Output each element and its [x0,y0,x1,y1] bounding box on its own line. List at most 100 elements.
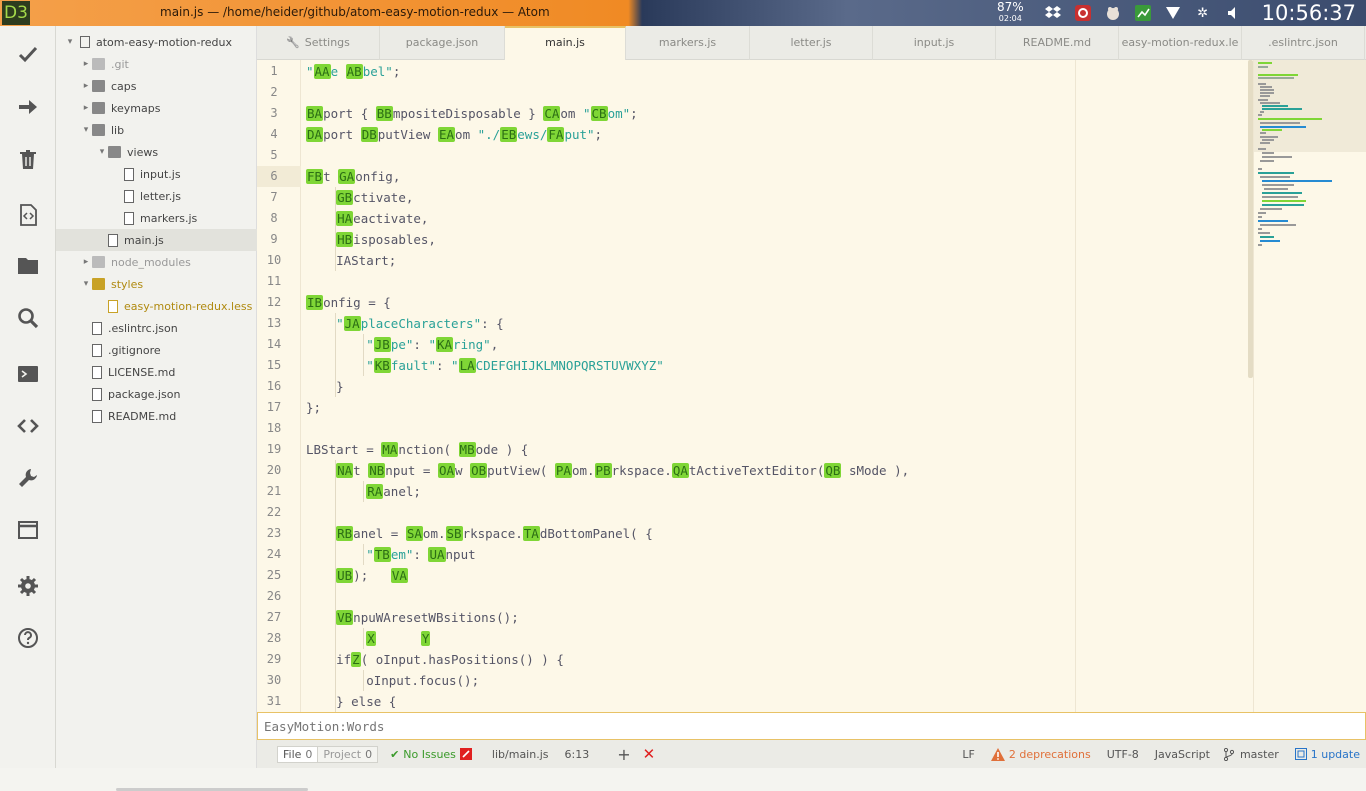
settings-icon[interactable]: ✲ [1194,4,1212,22]
volume-icon[interactable] [1224,4,1242,22]
tab-markers-js[interactable]: markers.js [626,26,750,60]
tree-item[interactable]: easy-motion-redux.less [56,295,257,317]
trash-icon[interactable] [14,145,42,173]
help-icon[interactable] [14,624,42,652]
battery-indicator[interactable]: 87% 02:04 [997,1,1024,24]
line-number: 10 [266,253,282,267]
minimap-line [1258,62,1272,64]
minimap-line [1260,92,1274,94]
arrow-right-icon[interactable] [14,93,42,121]
code-brackets-icon[interactable] [14,412,42,440]
workspace-indicator[interactable]: D3 [2,1,30,25]
jump-hint: HB [336,232,354,247]
tab-input-js[interactable]: input.js [873,26,996,60]
minimap-line [1262,184,1294,186]
search-icon[interactable] [14,304,42,332]
tree-item[interactable]: ▸ keymaps [56,97,257,119]
tree-item[interactable]: ▾ lib [56,119,257,141]
cursor-position[interactable]: 6:13 [565,748,590,761]
tree-item-label: markers.js [140,211,198,225]
tree-item[interactable]: main.js [56,229,257,251]
app-icon[interactable] [1104,4,1122,22]
tree-item[interactable]: ▸ .git [56,53,257,75]
tree-item[interactable]: markers.js [56,207,257,229]
tree-item[interactable]: .eslintrc.json [56,317,257,339]
minimap-line [1260,160,1274,162]
gear-icon[interactable] [14,572,42,600]
grammar[interactable]: JavaScript [1155,748,1210,761]
encoding[interactable]: UTF-8 [1107,748,1139,761]
deprecation-cop[interactable]: 2 deprecations [990,747,1091,761]
tab-label: markers.js [658,36,717,49]
project-issues-tab[interactable]: Project 0 [317,745,379,763]
tree-item[interactable]: ▾ views [56,141,257,163]
easymotion-input[interactable] [258,713,1365,739]
tree-item[interactable]: LICENSE.md [56,361,257,383]
tree-item-label: styles [111,277,144,291]
tree-item[interactable]: input.js [56,163,257,185]
line-number: 31 [266,694,282,708]
chevron-right-icon: ▸ [83,257,89,267]
line-number: 9 [270,232,278,246]
minimap-line [1258,228,1262,230]
git-branch[interactable]: master [1223,747,1279,761]
line-ending[interactable]: LF [962,748,974,761]
code-line: IBonfig = { [306,295,391,310]
status-bar: File 0 Project 0 ✔ No Issues lib/main.js… [257,740,1366,768]
minimap-line [1258,244,1262,246]
jump-hint: DB [360,127,378,142]
tab-label: .eslintrc.json [1268,36,1338,49]
folder-icon[interactable] [14,251,42,279]
window-icon[interactable] [14,516,42,544]
line-number: 30 [266,673,282,687]
tree-item-label: keymaps [111,101,161,115]
minimap-line [1260,132,1266,134]
jump-hint: DA [306,127,324,142]
network-manager-icon[interactable] [1074,4,1092,22]
repo-icon [80,36,90,48]
tab-main-js[interactable]: main.js [505,26,626,60]
clock[interactable]: 10:56:37 [1262,1,1356,25]
file-path[interactable]: lib/main.js [492,748,549,761]
chevron-right-icon: ▸ [83,81,89,91]
tree-item[interactable]: ▾ styles [56,273,257,295]
chevron-right-icon: ▸ [83,103,89,113]
tree-item[interactable]: package.json [56,383,257,405]
file-issues-tab[interactable]: File 0 [277,745,319,763]
dropbox-icon[interactable] [1044,4,1062,22]
jump-hint: MA [381,442,399,457]
wrench-icon[interactable] [14,464,42,492]
tree-root[interactable]: ▾ atom-easy-motion-redux [56,31,257,53]
tree-item[interactable]: .gitignore [56,339,257,361]
minimap[interactable] [1253,60,1366,712]
terminal-icon[interactable] [14,360,42,388]
add-icon[interactable]: + [617,745,630,764]
close-icon[interactable]: ✕ [643,745,656,763]
chart-icon[interactable] [1134,4,1152,22]
tab-settings[interactable]: 🔧 Settings [257,26,380,60]
package-updates[interactable]: 1 update [1294,748,1360,761]
text-editor[interactable]: 1 2 3 4 5 6 7 8 9 10 11 12 13 14 15 16 17 18 19 20 21 22 23 24 2… [257,60,1253,712]
code-file-icon[interactable] [14,201,42,229]
tab--eslintrc-json[interactable]: .eslintrc.json [1242,26,1365,60]
jump-hint: UB [336,568,354,583]
linter-status[interactable]: ✔ No Issues [390,748,456,761]
tree-item[interactable]: letter.js [56,185,257,207]
minimap-line [1262,139,1274,141]
tree-root-label: atom-easy-motion-redux [96,35,232,49]
tab-readme-md[interactable]: README.md [996,26,1119,60]
tab-letter-js[interactable]: letter.js [750,26,873,60]
wifi-icon[interactable] [1164,4,1182,22]
tab-easy-motion-redux-le[interactable]: easy-motion-redux.le [1119,26,1242,60]
left-dock [0,26,56,768]
checkmark-icon[interactable] [14,40,42,68]
chevron-down-icon: ▾ [67,37,73,47]
jump-hint: NB [368,463,386,478]
jump-hint: VA [390,568,408,583]
tree-item[interactable]: ▸ caps [56,75,257,97]
close-panel-icon[interactable] [459,748,472,760]
tree-item[interactable]: README.md [56,405,257,427]
tab-package-json[interactable]: package.json [380,26,505,60]
tree-item[interactable]: ▸ node_modules [56,251,257,273]
file-count: 0 [305,747,313,761]
